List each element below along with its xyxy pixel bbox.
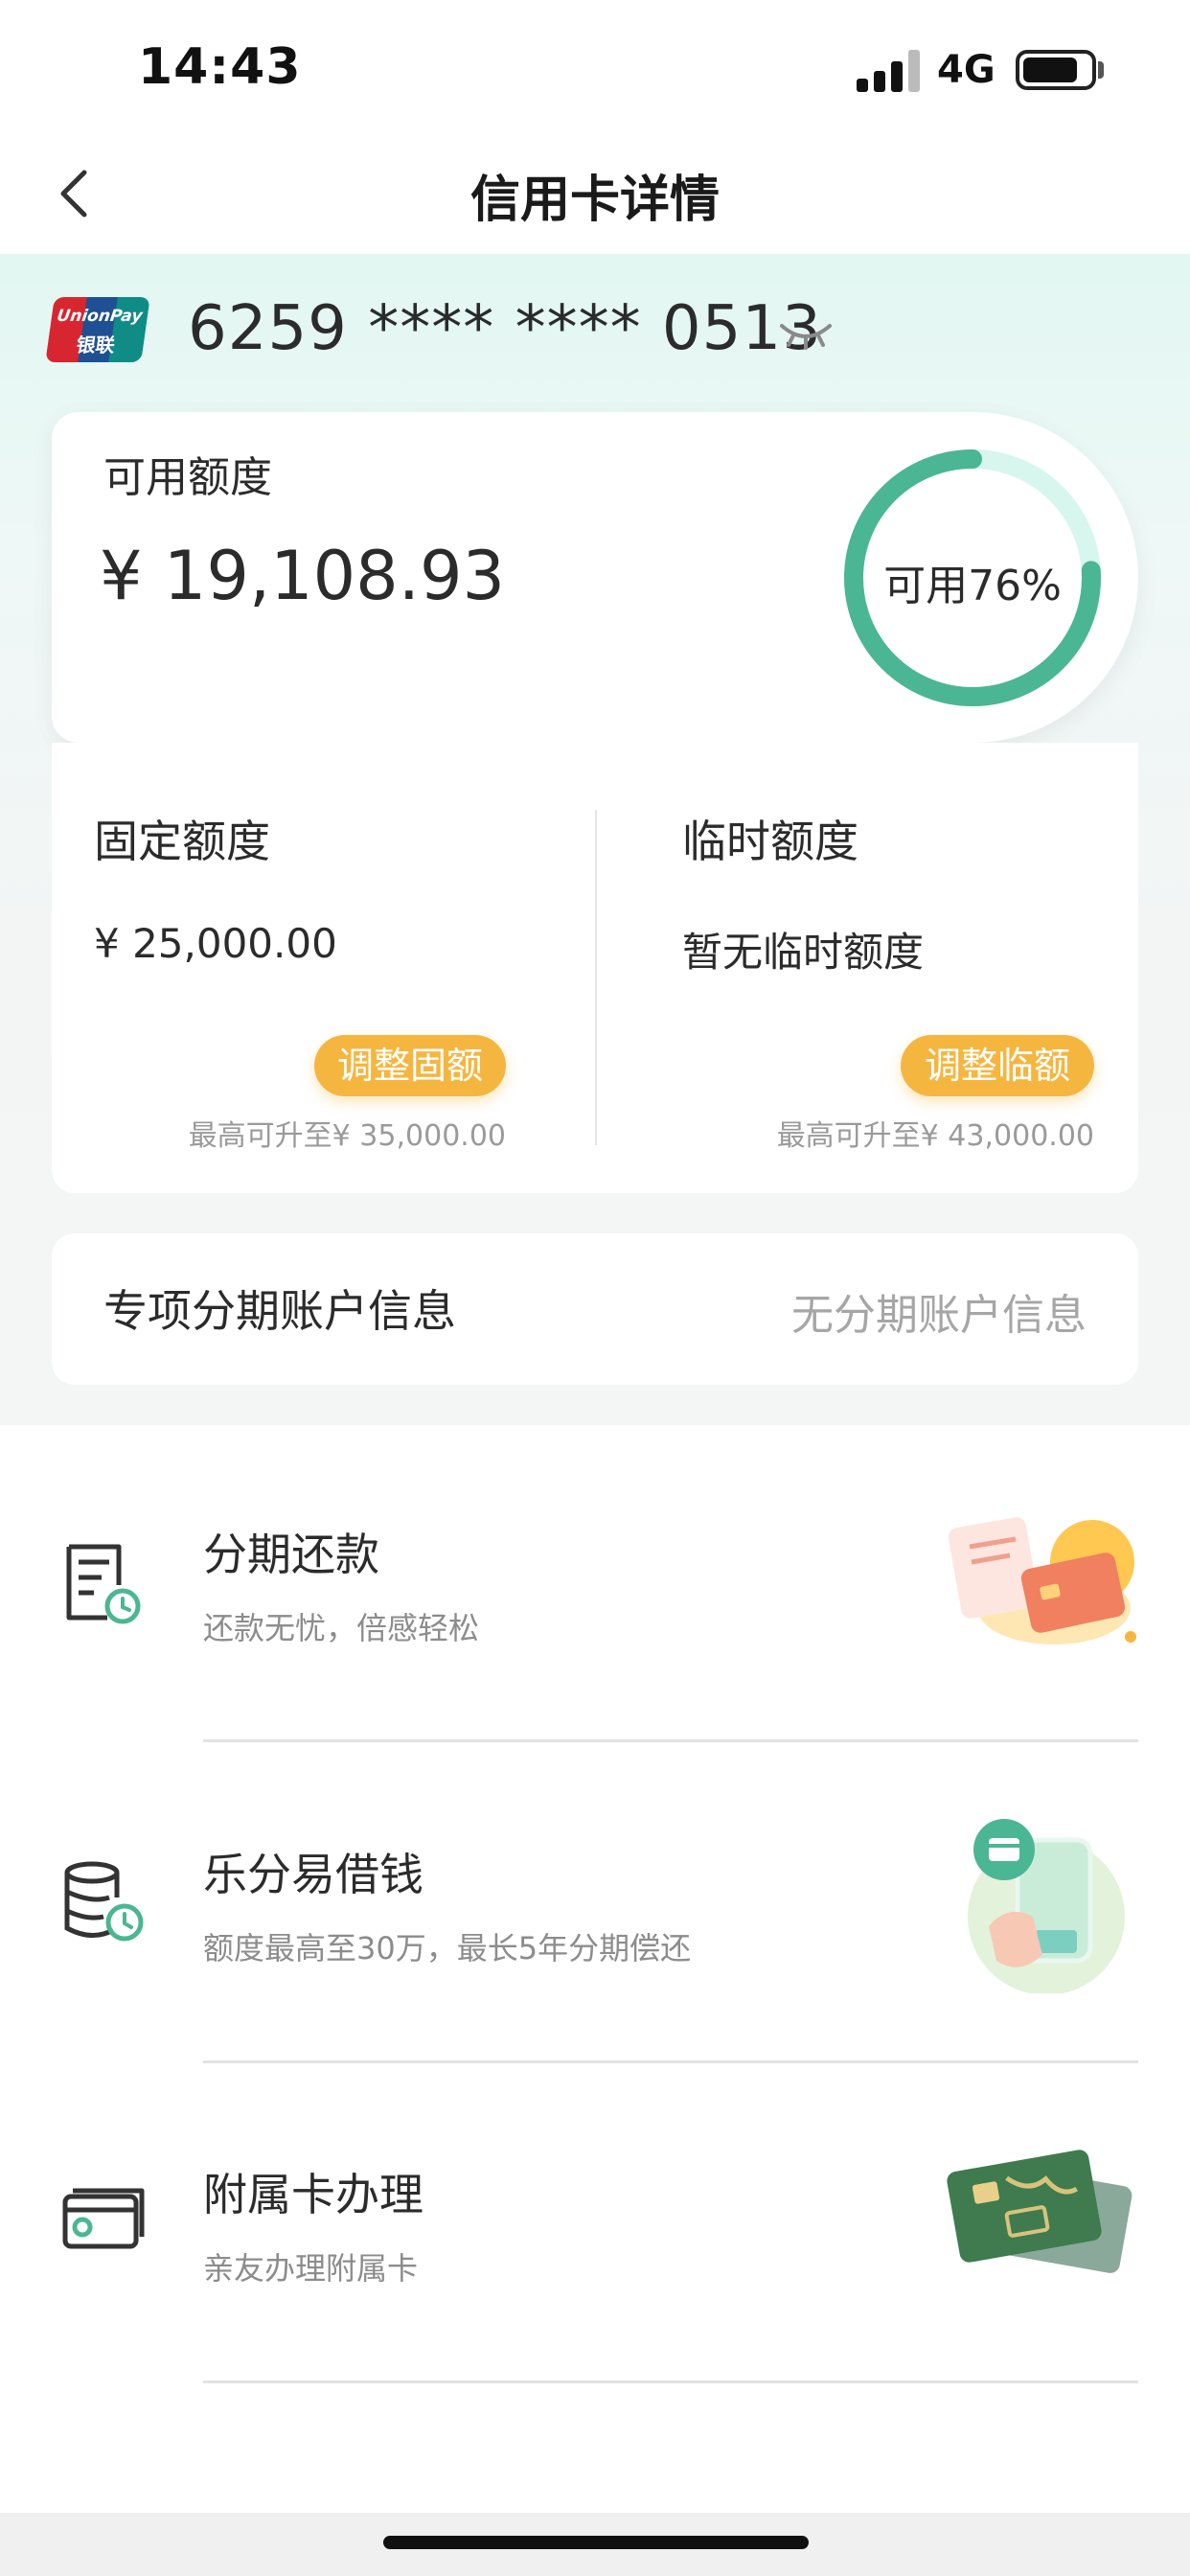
page-title: 信用卡详情 [469,172,720,229]
status-time: 14:43 [138,38,302,96]
supplementary-card-illustration [945,2137,1138,2300]
installment-account-value: 无分期账户信息 [791,1291,1087,1340]
battery-icon [1016,50,1096,90]
service-subtitle: 还款无忧，倍感轻松 [203,1610,480,1646]
service-subtitle: 额度最高至30万，最长5年分期偿还 [203,1930,692,1966]
fixed-quota-value: ¥ 25,000.00 [94,920,337,967]
temporary-quota-value: 暂无临时额度 [682,929,925,976]
unionpay-logo-text-cn: 银联 [75,334,117,356]
service-separator [203,2380,1138,2383]
service-subtitle: 亲友办理附属卡 [203,2250,419,2287]
available-credit-label: 可用额度 [103,453,272,502]
fixed-quota-hint: 最高可升至¥ 35,000.00 [188,1119,506,1153]
quota-divider [595,810,597,1145]
card-number: 6259 **** **** 0513 [188,293,822,364]
service-separator [203,1739,1138,1742]
bill-card-illustration [948,1503,1140,1656]
available-percent-label: 可用76% [883,562,1062,610]
service-title: 乐分易借钱 [203,1849,423,1900]
battery-tip [1098,61,1104,79]
signal-icon [857,50,922,92]
card-icon [59,2177,146,2264]
coins-clock-icon [59,1859,146,1945]
temporary-quota-hint: 最高可升至¥ 43,000.00 [776,1119,1094,1153]
fixed-quota-title: 固定额度 [94,816,270,867]
service-title: 附属卡办理 [203,2169,423,2220]
network-type: 4G [937,48,995,92]
phone-payment-illustration [950,1811,1133,1995]
unionpay-logo-text: UnionPay [56,307,144,326]
installment-account-label: 专项分期账户信息 [103,1285,456,1337]
service-separator [203,2060,1138,2063]
service-title: 分期还款 [203,1529,379,1580]
adjust-fixed-quota-button[interactable]: 调整固额 [314,1035,506,1096]
bill-clock-icon [59,1539,146,1625]
adjust-temporary-quota-button[interactable]: 调整临额 [901,1035,1094,1096]
temporary-quota-title: 临时额度 [682,816,858,867]
available-credit-amount: ¥ 19,108.93 [100,537,506,615]
home-indicator[interactable] [383,2536,809,2549]
unionpay-logo: UnionPay 银联 [45,297,150,362]
eye-closed-icon[interactable] [778,314,834,353]
